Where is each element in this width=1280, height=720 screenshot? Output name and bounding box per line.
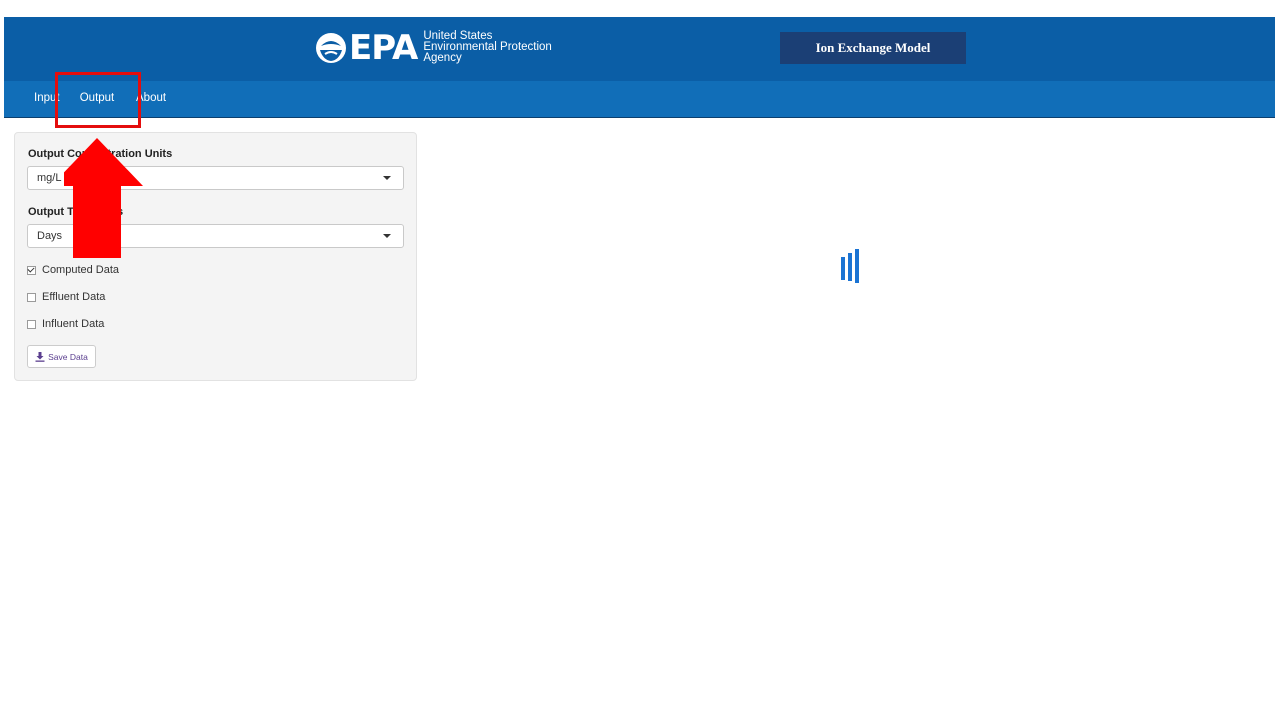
output-tab-highlight bbox=[55, 72, 141, 128]
epa-flower-icon bbox=[316, 32, 346, 63]
agency-name: United States Environmental Protection A… bbox=[423, 30, 551, 64]
time-units-value: Days bbox=[37, 230, 63, 242]
effluent-data-checkbox[interactable]: Effluent Data bbox=[27, 291, 105, 303]
site-header: EPA United States Environmental Protecti… bbox=[4, 17, 1275, 81]
epa-wordmark: EPA bbox=[349, 27, 418, 68]
download-icon bbox=[35, 351, 45, 362]
influent-data-checkbox[interactable]: Influent Data bbox=[27, 318, 104, 330]
conc-units-value: mg/L bbox=[37, 172, 62, 184]
epa-logo[interactable]: EPA United States Environmental Protecti… bbox=[315, 27, 552, 68]
influent-data-label: Influent Data bbox=[42, 318, 105, 330]
checkbox-icon[interactable] bbox=[27, 292, 36, 302]
loading-spinner-icon bbox=[841, 249, 859, 283]
save-data-label: Save Data bbox=[48, 351, 88, 362]
checkbox-icon[interactable] bbox=[27, 319, 36, 329]
nav-bar: Input Output About bbox=[4, 81, 1275, 118]
save-data-button[interactable]: Save Data bbox=[27, 345, 96, 368]
chevron-down-icon bbox=[383, 176, 391, 180]
red-arrow-up-icon bbox=[64, 138, 143, 258]
effluent-data-label: Effluent Data bbox=[42, 291, 106, 303]
computed-data-checkbox[interactable]: Computed Data bbox=[27, 264, 119, 276]
agency-line-3: Agency bbox=[423, 52, 462, 64]
chevron-down-icon bbox=[383, 234, 391, 238]
computed-data-label: Computed Data bbox=[42, 264, 120, 276]
checkbox-checked-icon[interactable] bbox=[27, 265, 36, 275]
model-title: Ion Exchange Model bbox=[780, 32, 966, 64]
